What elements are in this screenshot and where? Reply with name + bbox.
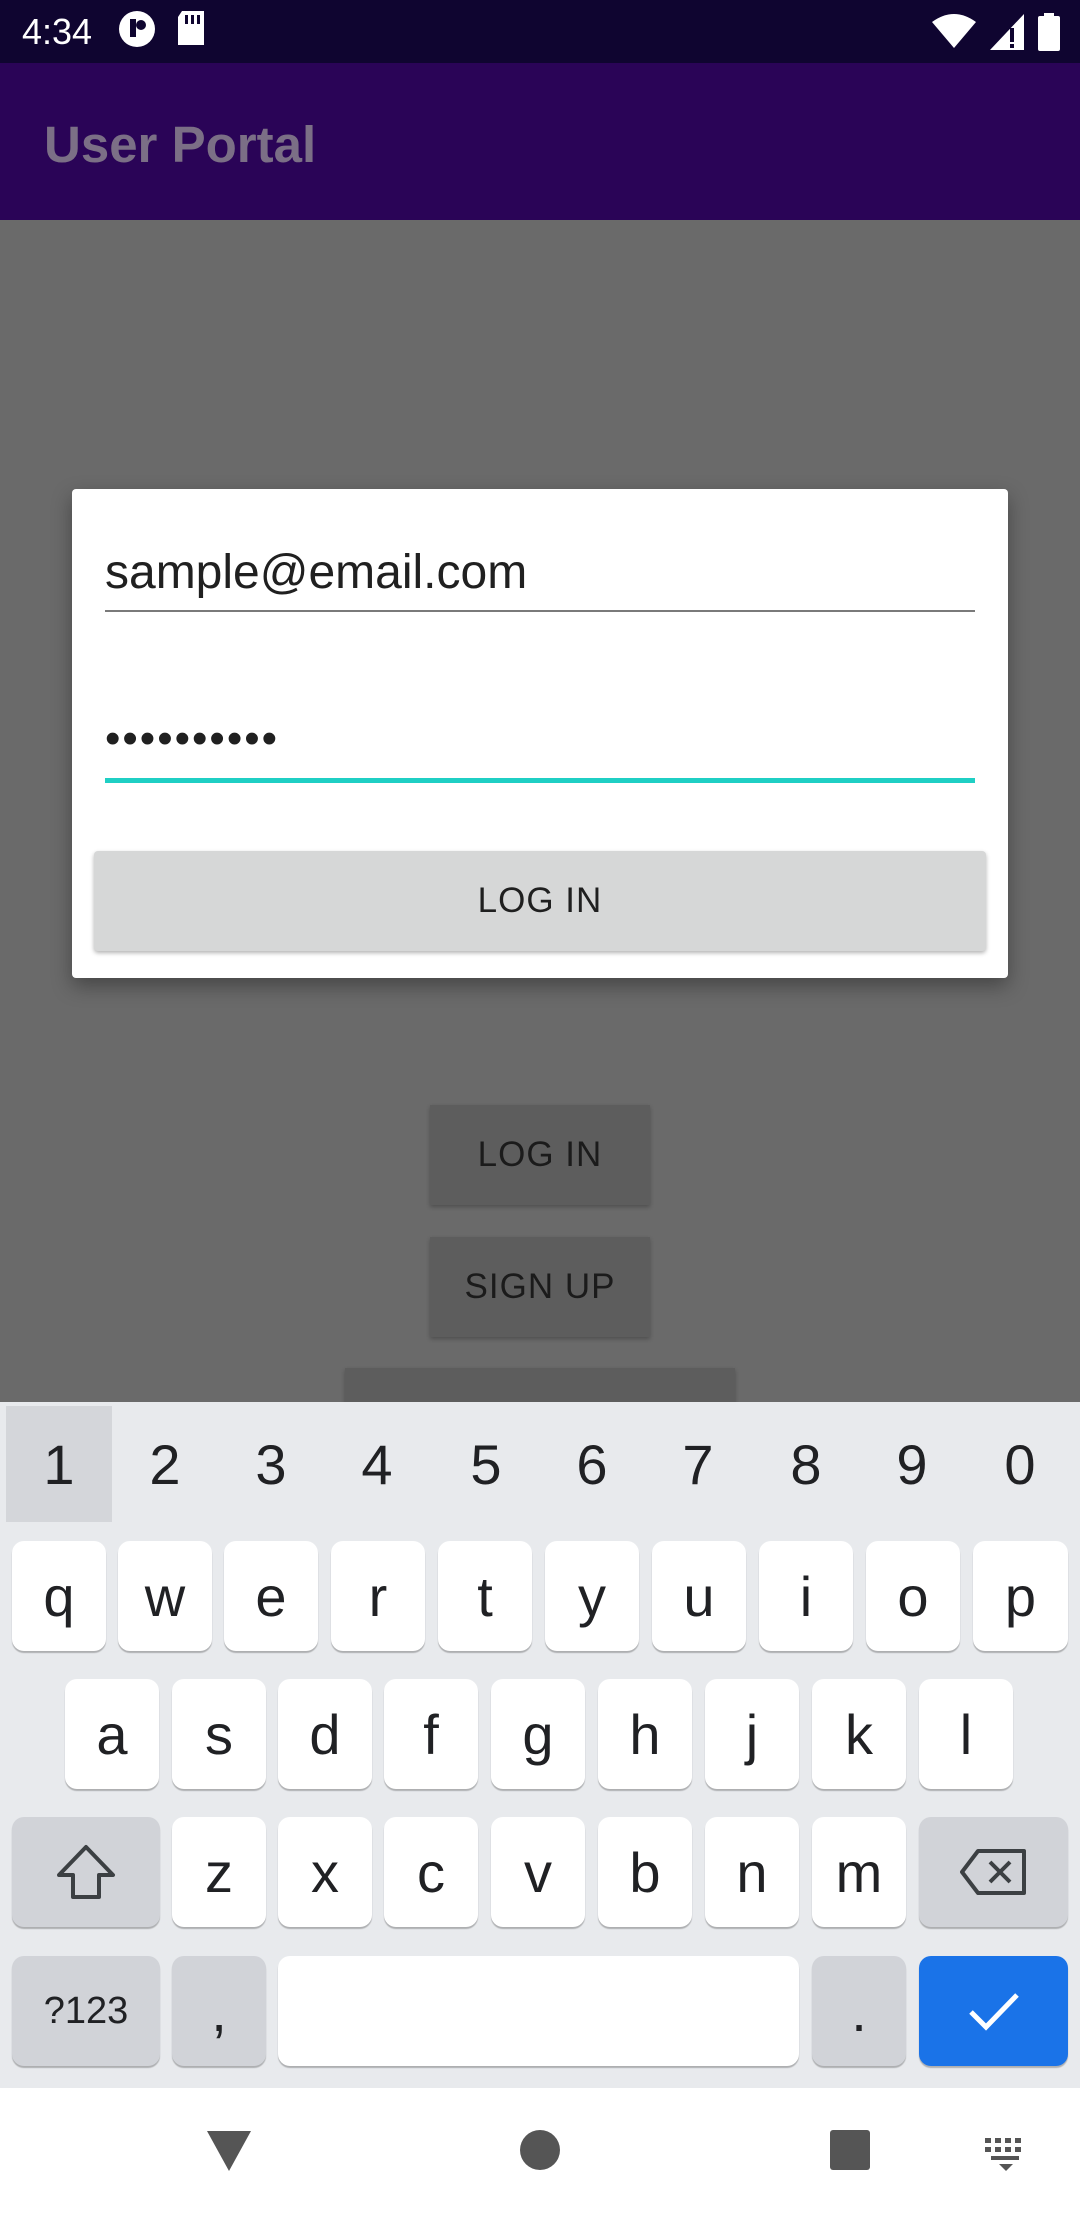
backspace-key[interactable] xyxy=(919,1817,1068,1927)
period-key[interactable]: . xyxy=(812,1956,906,2066)
key-i[interactable]: i xyxy=(759,1541,853,1651)
key-a[interactable]: a xyxy=(65,1679,159,1789)
key-h[interactable]: h xyxy=(598,1679,692,1789)
login-dialog: sample@email.com •••••••••• LOG IN xyxy=(72,489,1008,978)
key-x[interactable]: x xyxy=(278,1817,372,1927)
background-login-button: LOG IN xyxy=(430,1105,650,1205)
shift-icon xyxy=(57,1845,115,1899)
background-signup-button: SIGN UP xyxy=(430,1237,650,1337)
login-button[interactable]: LOG IN xyxy=(94,851,986,951)
key-5[interactable]: 5 xyxy=(433,1406,539,1522)
key-t[interactable]: t xyxy=(438,1541,532,1651)
cell-signal-icon xyxy=(990,14,1024,55)
shift-key[interactable] xyxy=(12,1817,160,1927)
key-p[interactable]: p xyxy=(973,1541,1068,1651)
key-r[interactable]: r xyxy=(331,1541,425,1651)
key-m[interactable]: m xyxy=(812,1817,906,1927)
key-k[interactable]: k xyxy=(812,1679,906,1789)
key-q[interactable]: q xyxy=(12,1541,106,1651)
recents-icon[interactable] xyxy=(829,2129,871,2176)
app-bar: User Portal xyxy=(0,63,1080,220)
key-0[interactable]: 0 xyxy=(967,1406,1073,1522)
app-title: User Portal xyxy=(44,116,317,173)
key-w[interactable]: w xyxy=(118,1541,212,1651)
key-3[interactable]: 3 xyxy=(218,1406,324,1522)
key-v[interactable]: v xyxy=(491,1817,585,1927)
keyboard: 1 2 3 4 5 6 7 8 9 0 q w e r t y u i o p … xyxy=(0,1402,1080,2088)
key-2[interactable]: 2 xyxy=(112,1406,218,1522)
number-row: 1 2 3 4 5 6 7 8 9 0 xyxy=(0,1402,1080,1522)
key-7[interactable]: 7 xyxy=(645,1406,751,1522)
key-d[interactable]: d xyxy=(278,1679,372,1789)
sd-card-icon xyxy=(176,11,206,52)
symbols-key[interactable]: ?123 xyxy=(12,1956,160,2066)
enter-key[interactable] xyxy=(919,1956,1068,2066)
back-icon[interactable] xyxy=(205,2129,253,2178)
key-l[interactable]: l xyxy=(919,1679,1013,1789)
key-y[interactable]: y xyxy=(545,1541,639,1651)
key-f[interactable]: f xyxy=(384,1679,478,1789)
key-e[interactable]: e xyxy=(224,1541,318,1651)
key-9[interactable]: 9 xyxy=(859,1406,965,1522)
key-n[interactable]: n xyxy=(705,1817,799,1927)
space-key[interactable] xyxy=(278,1956,799,2066)
checkmark-icon xyxy=(968,1993,1019,2031)
key-c[interactable]: c xyxy=(384,1817,478,1927)
key-g[interactable]: g xyxy=(491,1679,585,1789)
status-time: 4:34 xyxy=(22,10,93,52)
password-field[interactable]: •••••••••• xyxy=(105,714,975,774)
password-field-underline xyxy=(105,778,975,783)
key-1[interactable]: 1 xyxy=(6,1406,112,1522)
key-b[interactable]: b xyxy=(598,1817,692,1927)
key-u[interactable]: u xyxy=(652,1541,746,1651)
backspace-icon xyxy=(959,1849,1026,1895)
email-field[interactable]: sample@email.com xyxy=(105,545,975,601)
comma-key[interactable]: , xyxy=(172,1956,266,2066)
key-6[interactable]: 6 xyxy=(539,1406,645,1522)
battery-icon xyxy=(1038,13,1060,56)
key-j[interactable]: j xyxy=(705,1679,799,1789)
wifi-icon xyxy=(932,14,976,55)
key-o[interactable]: o xyxy=(866,1541,960,1651)
navigation-bar xyxy=(0,2088,1080,2220)
key-8[interactable]: 8 xyxy=(753,1406,859,1522)
keyboard-switch-icon[interactable] xyxy=(983,2136,1029,2177)
notification-app-icon xyxy=(118,10,156,53)
key-s[interactable]: s xyxy=(172,1679,266,1789)
key-4[interactable]: 4 xyxy=(324,1406,430,1522)
key-z[interactable]: z xyxy=(172,1817,266,1927)
status-bar: 4:34 xyxy=(0,0,1080,63)
home-icon[interactable] xyxy=(519,2129,561,2176)
email-field-underline xyxy=(105,610,975,612)
